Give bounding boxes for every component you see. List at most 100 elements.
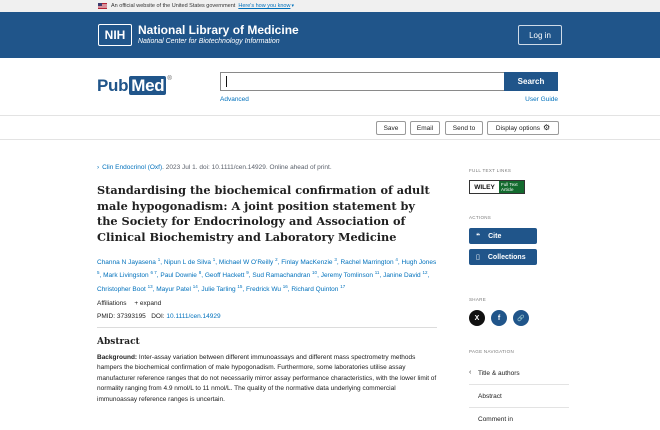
author-list: Channa N Jayasena 1, Nipun L de Silva 1,…: [97, 256, 437, 294]
nlm-title: National Library of Medicine: [138, 23, 299, 37]
logo-med: Med: [129, 76, 167, 95]
display-options-label: Display options: [495, 124, 540, 132]
article-main: › Clin Endocrinol (Oxf). 2023 Jul 1. doi:…: [97, 164, 437, 405]
login-button[interactable]: Log in: [518, 25, 562, 45]
twitter-icon[interactable]: X: [469, 310, 485, 326]
author-link[interactable]: Channa N Jayasena: [97, 259, 156, 266]
gov-banner-text: An official website of the United States…: [111, 3, 236, 9]
abstract-background-text: Inter-assay variation between different …: [97, 353, 437, 403]
save-button[interactable]: Save: [376, 121, 406, 135]
send-to-button[interactable]: Send to: [445, 121, 483, 135]
affiliation-number[interactable]: 15: [237, 284, 242, 289]
nav-divider: [469, 407, 569, 408]
bookmark-icon: ▯: [476, 254, 480, 261]
article-title: Standardising the biochemical confirmati…: [97, 183, 430, 245]
author-link[interactable]: Hugh Jones: [402, 259, 437, 266]
chevron-down-icon: ▾: [291, 3, 294, 9]
affiliation-number[interactable]: 16: [283, 284, 288, 289]
affiliation-number[interactable]: 4: [395, 257, 398, 262]
text-caret: [226, 76, 227, 87]
us-flag-icon: [98, 3, 107, 9]
doi-label: DOI:: [151, 312, 165, 320]
affiliation-number[interactable]: 2: [275, 257, 278, 262]
journal-citation: › Clin Endocrinol (Oxf). 2023 Jul 1. doi:…: [97, 164, 437, 171]
abstract-background-label: Background:: [97, 353, 138, 361]
search-button[interactable]: Search: [504, 72, 558, 91]
affiliation-number[interactable]: 13: [148, 284, 153, 289]
affiliation-number[interactable]: 11: [375, 270, 380, 275]
search-input[interactable]: [220, 72, 504, 91]
affiliation-number[interactable]: 6 7: [150, 270, 156, 275]
author-link[interactable]: Fredrick Wu: [246, 286, 281, 293]
author-link[interactable]: Paul Downie: [160, 273, 197, 280]
chevron-right-icon: ›: [97, 164, 100, 171]
pmid-value: 37393195: [116, 312, 146, 320]
cite-label: Cite: [488, 232, 502, 240]
affiliation-number[interactable]: 3: [334, 257, 337, 262]
nav-abstract[interactable]: Abstract: [469, 393, 569, 400]
wiley-full-text-link[interactable]: WILEY Full Text Article: [469, 180, 525, 194]
affiliation-number[interactable]: 8: [199, 270, 202, 275]
doi-link[interactable]: 10.1111/cen.14929: [166, 313, 220, 320]
abstract-heading: Abstract: [97, 336, 140, 347]
facebook-icon[interactable]: f: [491, 310, 507, 326]
affiliation-number[interactable]: 14: [193, 284, 198, 289]
author-link[interactable]: Mark Livingston: [103, 273, 149, 280]
nav-comment-in[interactable]: Comment in: [469, 416, 569, 423]
author-link[interactable]: Mayur Patel: [156, 286, 191, 293]
author-link[interactable]: Geoff Hackett: [205, 273, 245, 280]
user-guide-link[interactable]: User Guide: [525, 96, 558, 103]
actions-label: Actions: [469, 215, 492, 220]
expand-affiliations-button[interactable]: + expand: [134, 300, 161, 307]
citation-details: . 2023 Jul 1. doi: 10.1111/cen.14929. On…: [162, 164, 332, 171]
affiliation-number[interactable]: 1: [213, 257, 216, 262]
author-link[interactable]: Jeremy Tomlinson: [321, 273, 373, 280]
pmid-label: PMID:: [97, 312, 116, 320]
author-link[interactable]: Rachel Marrington: [340, 259, 393, 266]
journal-link[interactable]: Clin Endocrinol (Oxf): [102, 164, 162, 171]
author-link[interactable]: Sud Ramachandran: [252, 273, 310, 280]
nih-logo[interactable]: NIH: [98, 24, 132, 46]
nlm-brand[interactable]: National Library of Medicine National Ce…: [138, 24, 299, 46]
divider: [97, 326, 437, 328]
affiliation-number[interactable]: 12: [422, 270, 427, 275]
nav-title-authors[interactable]: Title & authors: [469, 370, 569, 377]
author-link[interactable]: Richard Quinton: [291, 286, 338, 293]
permalink-icon[interactable]: 🔗: [513, 310, 529, 326]
affiliations-row: Affiliations + expand: [97, 300, 437, 307]
full-text-links-label: Full text links: [469, 168, 512, 173]
cite-button[interactable]: ❝ Cite: [469, 228, 537, 244]
display-options-button[interactable]: Display options ⚙: [487, 121, 559, 135]
author-link[interactable]: Christopher Boot: [97, 286, 146, 293]
author-link[interactable]: Michael W O'Reilly: [219, 259, 273, 266]
share-label: Share: [469, 297, 487, 302]
logo-registered: ®: [167, 76, 172, 82]
affiliation-number[interactable]: 10: [312, 270, 317, 275]
email-button[interactable]: Email: [410, 121, 440, 135]
author-link[interactable]: Nipun L de Silva: [164, 259, 211, 266]
advanced-search-link[interactable]: Advanced: [220, 96, 249, 103]
nav-divider: [469, 384, 569, 385]
gov-banner: An official website of the United States…: [0, 0, 660, 12]
gear-icon: ⚙: [542, 123, 551, 132]
author-link[interactable]: Julie Tarling: [201, 286, 235, 293]
author-link[interactable]: Finlay MacKenzie: [281, 259, 332, 266]
collections-button[interactable]: ▯ Collections: [469, 249, 537, 265]
affiliation-number[interactable]: 1: [158, 257, 161, 262]
affiliations-label: Affiliations: [97, 299, 127, 307]
pubmed-logo[interactable]: Pub Med ®: [97, 76, 172, 96]
affiliation-number[interactable]: 9: [246, 270, 249, 275]
affiliation-number[interactable]: 5: [97, 270, 100, 275]
ncbi-subtitle: National Center for Biotechnology Inform…: [138, 38, 280, 45]
action-bar: Save Email Send to Display options ⚙: [0, 116, 660, 140]
author-link[interactable]: Janine David: [383, 273, 421, 280]
quote-icon: ❝: [476, 233, 481, 240]
share-buttons: X f 🔗: [469, 310, 529, 326]
affiliation-number[interactable]: 17: [340, 284, 345, 289]
full-text-line2: Article: [501, 187, 514, 192]
heres-how-link[interactable]: Here's how you know: [238, 3, 290, 9]
logo-pub: Pub: [97, 76, 129, 95]
search-bar: Pub Med ® Search Advanced User Guide: [0, 58, 660, 116]
wiley-logo: WILEY: [470, 181, 499, 193]
abstract-text: Background: Inter-assay variation betwee…: [97, 353, 437, 406]
